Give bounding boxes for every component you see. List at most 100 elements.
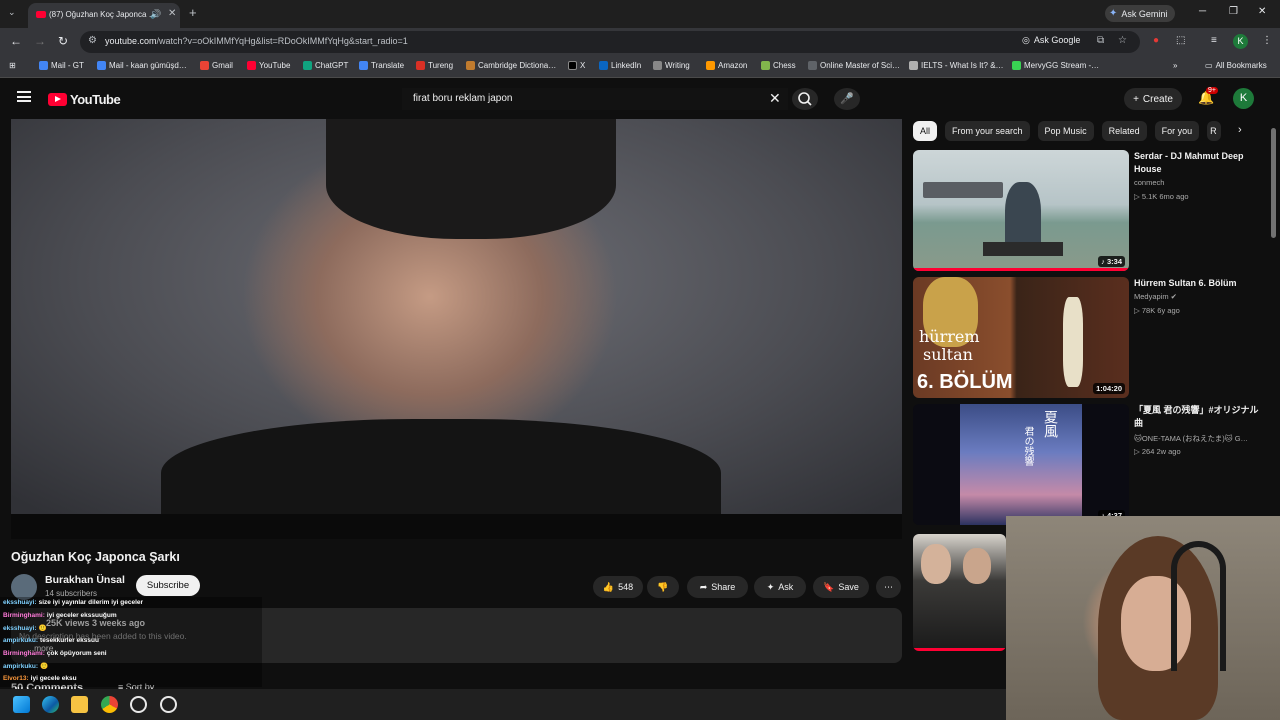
extension-icon[interactable]: ● bbox=[1153, 35, 1159, 46]
minimize-icon[interactable]: ─ bbox=[1199, 6, 1206, 17]
chatgpt-app-icon[interactable] bbox=[130, 696, 147, 713]
bookmark-linkedin[interactable]: LinkedIn bbox=[599, 61, 641, 70]
bookmark-chess[interactable]: Chess bbox=[761, 61, 796, 70]
chip-related[interactable]: Related bbox=[1101, 121, 1147, 141]
bookmark-x[interactable]: X bbox=[568, 61, 585, 70]
bookmark-translate[interactable]: Translate bbox=[359, 61, 404, 70]
ask-label: Ask bbox=[778, 582, 794, 592]
recommendation-channel[interactable]: 🐱ONE-TAMA (おねえたま)🐱 G… bbox=[1134, 433, 1248, 444]
more-actions-button[interactable]: ⋯ bbox=[876, 576, 901, 598]
bookmark-writing[interactable]: Writing bbox=[653, 61, 690, 70]
install-app-icon[interactable]: ⧉ bbox=[1097, 35, 1104, 46]
back-arrow-icon[interactable]: ← bbox=[10, 34, 22, 48]
browser-tab-active[interactable]: (87) Oğuzhan Koç Japonca … 🔊 ✕ bbox=[28, 3, 180, 28]
forward-arrow-icon[interactable]: → bbox=[34, 34, 46, 48]
extensions-puzzle-icon[interactable]: ⬚ bbox=[1176, 35, 1185, 46]
chrome-menu-icon[interactable]: ⋮ bbox=[1262, 35, 1272, 46]
video-thumbnail[interactable]: ♪ 3:34 bbox=[913, 150, 1129, 271]
mail-icon bbox=[97, 61, 106, 70]
site-info-icon[interactable]: ⚙ bbox=[88, 35, 97, 46]
chip-pop-music[interactable]: Pop Music bbox=[1037, 121, 1094, 141]
audio-playing-icon[interactable]: 🔊 bbox=[150, 9, 161, 20]
obs-app-icon[interactable] bbox=[160, 696, 177, 713]
search-input[interactable]: firat boru reklam japon ✕ bbox=[402, 88, 788, 110]
share-button[interactable]: ➦ Share bbox=[687, 576, 748, 598]
clear-search-icon[interactable]: ✕ bbox=[769, 90, 781, 107]
video-player[interactable] bbox=[11, 119, 902, 539]
url-text[interactable]: youtube.com/watch?v=oOkIMMfYqHg&list=RDo… bbox=[105, 36, 408, 46]
all-bookmarks-folder[interactable]: ▭ All Bookmarks bbox=[1205, 61, 1267, 70]
tab-close-icon[interactable]: ✕ bbox=[168, 8, 176, 19]
file-explorer-icon[interactable] bbox=[71, 696, 88, 713]
recommendation-channel[interactable]: Medyapim ✔ bbox=[1134, 292, 1177, 301]
bookmark-star-icon[interactable]: ☆ bbox=[1118, 35, 1127, 46]
thumbnail-text: sultan bbox=[923, 345, 973, 364]
thumbnail-figure bbox=[963, 548, 991, 584]
chip-all[interactable]: All bbox=[913, 121, 938, 141]
restore-icon[interactable]: ❐ bbox=[1229, 6, 1238, 17]
bookmark-tureng[interactable]: Tureng bbox=[416, 61, 453, 70]
edge-browser-icon[interactable] bbox=[42, 696, 59, 713]
lens-icon: ◎ bbox=[1022, 35, 1030, 45]
chip-from-your-search[interactable]: From your search bbox=[945, 121, 1030, 141]
ask-button[interactable]: ✦ Ask bbox=[754, 576, 806, 598]
save-button[interactable]: 🔖 Save bbox=[813, 576, 869, 598]
bookmark-gmail[interactable]: Gmail bbox=[200, 61, 233, 70]
youtube-play-logo-icon bbox=[48, 93, 67, 106]
bookmark-chatgpt[interactable]: ChatGPT bbox=[303, 61, 348, 70]
thumbnail-ship bbox=[923, 182, 1003, 198]
notification-count-badge: 9+ bbox=[1206, 87, 1218, 94]
bookmark-mail-gt[interactable]: Mail - GT bbox=[39, 61, 84, 70]
bookmark-amazon[interactable]: Amazon bbox=[706, 61, 747, 70]
ask-google-button[interactable]: ◎ Ask Google bbox=[1022, 35, 1080, 46]
video-controls-area[interactable] bbox=[11, 514, 902, 539]
video-thumbnail[interactable]: 夏風 君の残響 ♪ 4:37 bbox=[913, 404, 1129, 525]
new-tab-button[interactable]: + bbox=[189, 5, 197, 20]
bookmark-cambridge[interactable]: Cambridge Dictiona… bbox=[466, 61, 556, 70]
close-window-icon[interactable]: ✕ bbox=[1258, 6, 1266, 17]
media-control-icon[interactable]: ≡ bbox=[1211, 35, 1217, 46]
voice-search-mic-icon[interactable]: 🎤 bbox=[834, 88, 860, 110]
recommendation-stats: ▷ 5.1K 6mo ago bbox=[1134, 192, 1189, 201]
thumbnail-text: hürrem bbox=[919, 327, 980, 346]
tab-search-chevron-icon[interactable]: ⌄ bbox=[8, 7, 16, 18]
recommendation-title[interactable]: Hürrem Sultan 6. Bölüm bbox=[1134, 277, 1264, 290]
bookmarks-overflow-icon[interactable]: » bbox=[1173, 61, 1177, 70]
reload-icon[interactable]: ↻ bbox=[58, 34, 68, 48]
youtube-logo[interactable]: YouTube bbox=[48, 92, 121, 107]
hamburger-menu-icon[interactable] bbox=[17, 91, 31, 102]
ask-gemini-button[interactable]: ✦ Ask Gemini bbox=[1105, 5, 1176, 22]
bookmark-ielts[interactable]: IELTS - What Is It? &… bbox=[909, 61, 1004, 70]
video-thumbnail[interactable] bbox=[913, 534, 1006, 651]
video-subject-hair bbox=[326, 119, 616, 239]
bookmark-youtube[interactable]: YouTube bbox=[247, 61, 290, 70]
chip-truncated[interactable]: R bbox=[1207, 121, 1222, 141]
youtube-account-avatar[interactable]: K bbox=[1233, 88, 1254, 109]
subscribe-button[interactable]: Subscribe bbox=[136, 575, 200, 596]
like-button[interactable]: 👍 548 bbox=[593, 576, 643, 598]
bookmark-online-master[interactable]: Online Master of Sci… bbox=[808, 61, 900, 70]
sidebar-scrollbar[interactable] bbox=[1271, 128, 1276, 238]
youtube-wordmark: YouTube bbox=[70, 92, 121, 107]
chips-next-chevron-icon[interactable]: › bbox=[1238, 124, 1242, 136]
browser-tab-strip: ⌄ (87) Oğuzhan Koç Japonca … 🔊 ✕ + ✦ Ask… bbox=[0, 0, 1280, 28]
windows-taskbar bbox=[0, 689, 1006, 720]
create-button[interactable]: + Create bbox=[1124, 88, 1182, 110]
recommendation-title[interactable]: 「夏風 君の残響」#オリジナル曲 bbox=[1134, 404, 1264, 430]
recommendation-channel[interactable]: conmech bbox=[1134, 178, 1164, 187]
address-bar[interactable]: ⚙ youtube.com/watch?v=oOkIMMfYqHg&list=R… bbox=[80, 31, 1140, 53]
bookmark-mervygg[interactable]: MervyGG Stream -… bbox=[1012, 61, 1099, 70]
windows-start-icon[interactable] bbox=[13, 696, 30, 713]
recommendation-title[interactable]: Serdar - DJ Mahmut Deep House bbox=[1134, 150, 1264, 176]
video-thumbnail[interactable]: hürrem sultan 6. BÖLÜM 1:04:20 bbox=[913, 277, 1129, 398]
bookmark-mail-kaan[interactable]: Mail - kaan gümüşd… bbox=[97, 61, 187, 70]
chrome-profile-avatar[interactable]: K bbox=[1233, 34, 1248, 49]
channel-name[interactable]: Burakhan Ünsal bbox=[45, 574, 125, 586]
thumbnail-figure bbox=[921, 544, 951, 584]
apps-grid-icon[interactable]: ⊞ bbox=[9, 61, 16, 70]
dislike-button[interactable]: 👎 bbox=[647, 576, 679, 598]
streamer-webcam bbox=[1006, 516, 1280, 720]
chip-for-you[interactable]: For you bbox=[1154, 121, 1200, 141]
search-button[interactable] bbox=[792, 88, 818, 110]
chrome-taskbar-icon[interactable] bbox=[101, 696, 118, 713]
